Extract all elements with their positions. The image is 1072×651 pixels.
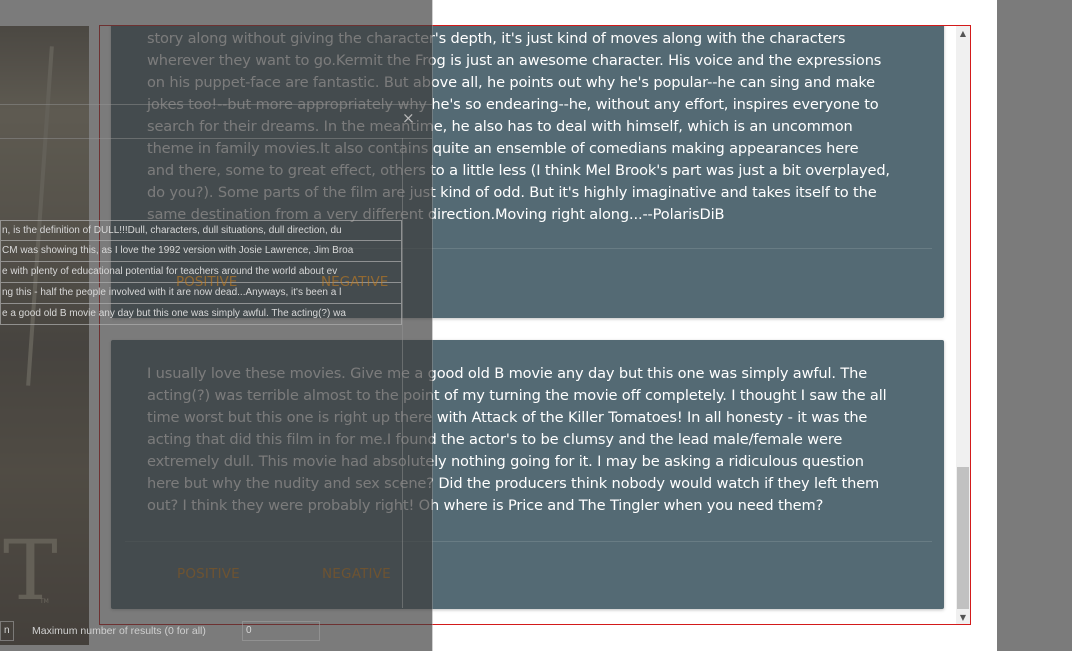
background-region [997, 0, 1072, 651]
movie-poster-image: T TM [0, 26, 89, 645]
review-text: I usually love these movies. Give me a g… [147, 365, 887, 514]
review-list: story along without giving the character… [100, 26, 956, 624]
scroll-down-icon[interactable]: ▼ [956, 611, 970, 624]
vertical-scrollbar[interactable]: ▲ ▼ [956, 26, 970, 624]
max-results-label: Maximum number of results (0 for all) [32, 625, 206, 637]
negative-button[interactable]: NEGATIVE [321, 274, 388, 290]
card-divider [125, 541, 932, 542]
scroll-up-icon[interactable]: ▲ [956, 27, 970, 41]
poster-title-letters: T [3, 524, 58, 619]
positive-button[interactable]: POSITIVE [176, 274, 237, 290]
card-divider [125, 248, 932, 249]
negative-button[interactable]: NEGATIVE [322, 566, 391, 582]
review-panel: story along without giving the character… [99, 25, 971, 625]
scroll-thumb[interactable] [957, 467, 969, 609]
poster-trademark: TM [40, 598, 49, 605]
left-field[interactable]: n [0, 621, 14, 641]
review-text: story along without giving the character… [147, 30, 890, 223]
poster-sword-shape [26, 46, 54, 386]
positive-button[interactable]: POSITIVE [177, 566, 240, 582]
review-card: I usually love these movies. Give me a g… [111, 340, 944, 609]
